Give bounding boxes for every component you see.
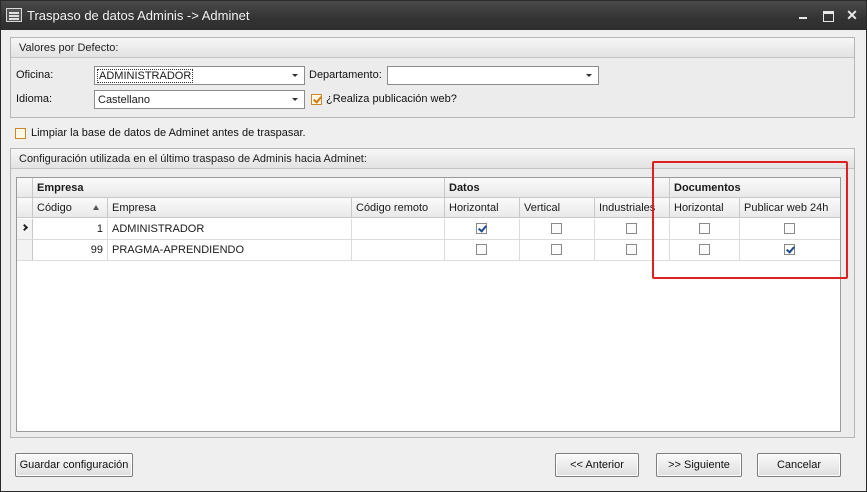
table-row[interactable]: 1 ADMINISTRADOR	[17, 219, 840, 240]
departamento-select[interactable]	[387, 66, 599, 85]
band-empresa: Empresa	[33, 178, 445, 198]
cell-doc-horizontal	[670, 240, 740, 260]
cell-doc-publicar	[740, 219, 840, 239]
dialog-window: Traspaso de datos Adminis -> Adminet ✕ V…	[0, 0, 867, 492]
checkbox[interactable]	[551, 223, 562, 234]
idioma-label: Idioma:	[16, 93, 53, 105]
cell-doc-horizontal	[670, 219, 740, 239]
limpiar-checkbox[interactable]	[15, 128, 26, 139]
row-indicator-cell	[17, 219, 33, 239]
publicacion-web-label: ¿Realiza publicación web?	[326, 93, 457, 105]
maximize-icon[interactable]	[820, 7, 836, 23]
current-row-arrow-icon	[20, 223, 29, 232]
checkbox[interactable]	[699, 244, 710, 255]
guardar-configuracion-button[interactable]: Guardar configuración	[15, 453, 133, 477]
cell-datos-industriales	[595, 219, 670, 239]
checkbox[interactable]	[699, 223, 710, 234]
close-icon[interactable]: ✕	[844, 7, 860, 23]
table-row[interactable]: 99 PRAGMA-APRENDIENDO	[17, 240, 840, 261]
sort-ascending-icon	[93, 205, 99, 210]
cancelar-button[interactable]: Cancelar	[757, 453, 841, 477]
title-bar[interactable]: Traspaso de datos Adminis -> Adminet ✕	[1, 1, 866, 30]
col-indicator-spacer	[17, 198, 33, 218]
chevron-down-icon[interactable]	[583, 69, 596, 82]
col-doc-publicar[interactable]: Publicar web 24h	[740, 198, 840, 218]
cell-datos-horizontal	[445, 240, 520, 260]
minimize-icon[interactable]	[795, 7, 811, 23]
checkbox[interactable]	[784, 223, 795, 234]
idioma-select[interactable]: Castellano	[94, 90, 305, 109]
cell-datos-vertical	[520, 240, 595, 260]
app-icon	[6, 8, 22, 22]
band-header-row: Empresa Datos Documentos	[17, 178, 840, 198]
dialog-body: Valores por Defecto: Oficina: ADMINISTRA…	[4, 30, 862, 490]
checkbox[interactable]	[626, 223, 637, 234]
idioma-value: Castellano	[98, 94, 150, 106]
col-datos-vertical[interactable]: Vertical	[520, 198, 595, 218]
publicacion-web-checkbox[interactable]	[311, 94, 322, 105]
cell-codigo[interactable]: 1	[33, 219, 108, 239]
cell-codigo-remoto[interactable]	[352, 240, 445, 260]
col-empresa[interactable]: Empresa	[108, 198, 352, 218]
checkbox[interactable]	[784, 244, 795, 255]
col-datos-horizontal[interactable]: Horizontal	[445, 198, 520, 218]
column-header-row: Código Empresa Código remoto Horizontal …	[17, 198, 840, 218]
cell-datos-industriales	[595, 240, 670, 260]
checkbox[interactable]	[551, 244, 562, 255]
anterior-button[interactable]: << Anterior	[555, 453, 639, 477]
col-codigo-label: Código	[37, 202, 72, 214]
siguiente-button[interactable]: >> Siguiente	[656, 453, 742, 477]
cell-codigo-remoto[interactable]	[352, 219, 445, 239]
defaults-group: Valores por Defecto: Oficina: ADMINISTRA…	[10, 37, 855, 118]
band-documentos: Documentos	[674, 182, 741, 194]
col-datos-industriales[interactable]: Industriales	[595, 198, 670, 218]
row-indicator-cell	[17, 240, 33, 260]
departamento-label: Departamento:	[309, 69, 382, 81]
config-grid[interactable]: Empresa Datos Documentos Código Empresa …	[16, 177, 841, 432]
oficina-select[interactable]: ADMINISTRADOR	[94, 66, 305, 85]
cell-empresa[interactable]: ADMINISTRADOR	[108, 219, 352, 239]
cell-empresa[interactable]: PRAGMA-APRENDIENDO	[108, 240, 352, 260]
col-doc-horizontal[interactable]: Horizontal	[670, 198, 740, 218]
config-header: Configuración utilizada en el último tra…	[11, 149, 854, 169]
defaults-header: Valores por Defecto:	[11, 38, 854, 58]
cell-datos-vertical	[520, 219, 595, 239]
cell-datos-horizontal	[445, 219, 520, 239]
band-datos: Datos	[445, 178, 670, 198]
band-indicator-spacer	[17, 178, 33, 198]
checkbox[interactable]	[476, 223, 487, 234]
chevron-down-icon[interactable]	[289, 93, 302, 106]
chevron-down-icon[interactable]	[289, 69, 302, 82]
oficina-value: ADMINISTRADOR	[97, 69, 194, 83]
col-codigo-remoto[interactable]: Código remoto	[352, 198, 445, 218]
window-title: Traspaso de datos Adminis -> Adminet	[27, 8, 250, 23]
cell-doc-publicar	[740, 240, 840, 260]
oficina-label: Oficina:	[16, 69, 54, 81]
col-codigo[interactable]: Código	[33, 198, 108, 218]
cell-codigo[interactable]: 99	[33, 240, 108, 260]
checkbox[interactable]	[626, 244, 637, 255]
limpiar-label: Limpiar la base de datos de Adminet ante…	[31, 127, 306, 139]
checkbox[interactable]	[476, 244, 487, 255]
